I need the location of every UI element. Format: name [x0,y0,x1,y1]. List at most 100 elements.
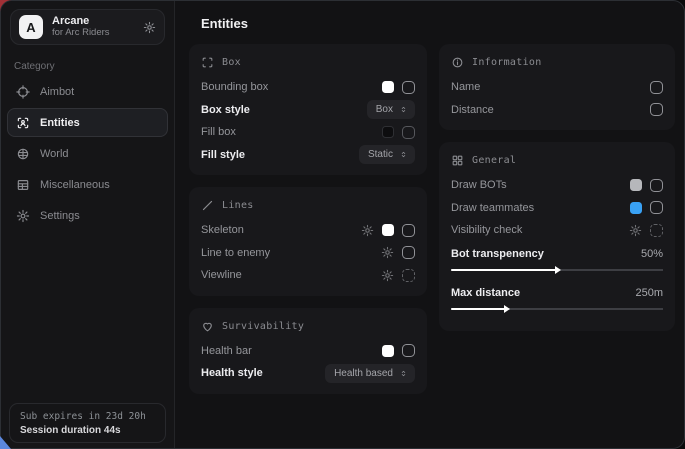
max-distance-slider[interactable] [451,305,663,314]
section-title: Box [222,57,241,68]
subscription-card: Sub expires in 23d 20h Session duration … [9,403,166,443]
grid-icon [451,154,464,167]
color-swatch[interactable] [630,179,642,191]
entities-icon [16,116,30,130]
draw-teammates-checkbox[interactable] [650,201,663,214]
diagonal-line-icon [201,199,214,212]
section-title: Lines [222,200,254,211]
visibility-check-row: Visibility check [451,219,663,242]
distance-row: Distance [451,99,663,122]
sidebar-item-settings[interactable]: Settings [7,201,168,230]
row-label: Bounding box [201,81,268,93]
row-label: Max distance [451,287,520,299]
color-swatch[interactable] [382,81,394,93]
skeleton-checkbox[interactable] [402,224,415,237]
brand-card: A Arcane for Arc Riders [10,9,165,45]
globe-icon [16,147,30,161]
row-label: Skeleton [201,224,244,236]
app-logo: A [19,15,43,39]
information-card: Information Name Distance [439,44,675,130]
box-card: Box Bounding box Box style [189,44,427,175]
chevron-up-down-icon [399,150,408,159]
fill-box-checkbox[interactable] [402,126,415,139]
sidebar-item-miscellaneous[interactable]: Miscellaneous [7,170,168,199]
health-bar-checkbox[interactable] [402,344,415,357]
bounding-box-row: Bounding box [201,76,415,99]
section-title: Survivability [222,321,304,332]
sidebar-item-entities[interactable]: Entities [7,108,168,137]
chevron-up-down-icon [399,369,408,378]
sub-expires-text: Sub expires in 23d 20h [20,411,155,422]
row-label: Distance [451,104,494,116]
visibility-check-checkbox[interactable] [650,224,663,237]
bot-transparency-slider[interactable] [451,266,663,275]
row-label: Bot transpenency [451,248,544,260]
app-tagline: for Arc Riders [52,28,134,39]
section-title: Information [472,57,542,68]
slider-thumb[interactable] [555,266,561,274]
line-to-enemy-checkbox[interactable] [402,246,415,259]
mouse-cursor [0,436,11,449]
bounding-box-checkbox[interactable] [402,81,415,94]
gear-icon[interactable] [381,246,394,259]
draw-teammates-row: Draw teammates [451,197,663,220]
row-label: Line to enemy [201,247,270,259]
slider-value: 250m [635,287,663,299]
category-label: Category [14,61,174,72]
heart-icon [201,320,214,333]
arcane-window: A Arcane for Arc Riders Category Aimbot [0,0,685,449]
sidebar-item-label: Aimbot [40,86,74,98]
color-swatch[interactable] [382,224,394,236]
sidebar-item-aimbot[interactable]: Aimbot [7,77,168,106]
crosshair-icon [16,85,30,99]
health-bar-row: Health bar [201,340,415,363]
draw-bots-row: Draw BOTs [451,174,663,197]
gear-icon[interactable] [143,21,156,34]
distance-checkbox[interactable] [650,103,663,116]
row-label: Health style [201,367,263,379]
row-label: Draw teammates [451,202,534,214]
name-row: Name [451,76,663,99]
row-label: Fill style [201,149,245,161]
sidebar-item-label: Settings [40,210,80,222]
bot-transparency-group: Bot transpenency 50% [451,244,663,275]
box-style-select[interactable]: Box [367,100,415,119]
sidebar-item-label: Entities [40,117,80,129]
viewline-checkbox[interactable] [402,269,415,282]
row-label: Visibility check [451,224,522,236]
health-style-row: Health style Health based [201,362,415,385]
gear-icon[interactable] [629,224,642,237]
color-swatch[interactable] [382,345,394,357]
name-checkbox[interactable] [650,81,663,94]
color-swatch[interactable] [630,202,642,214]
lines-card: Lines Skeleton [189,187,427,296]
box-style-row: Box style Box [201,99,415,122]
sidebar-item-label: Miscellaneous [40,179,110,191]
survivability-card: Survivability Health bar Health style [189,308,427,394]
row-label: Draw BOTs [451,179,507,191]
section-title: General [472,155,516,166]
table-grid-icon [16,178,30,192]
app-name: Arcane [52,15,134,28]
frame-corners-icon [201,56,214,69]
gear-icon[interactable] [361,224,374,237]
slider-value: 50% [641,248,663,260]
row-label: Box style [201,104,250,116]
main-panel: Entities Box Bounding box [175,1,685,448]
slider-thumb[interactable] [504,305,510,313]
health-style-select[interactable]: Health based [325,364,415,383]
line-to-enemy-row: Line to enemy [201,242,415,265]
draw-bots-checkbox[interactable] [650,179,663,192]
gear-icon[interactable] [381,269,394,282]
session-duration-text: Session duration 44s [20,425,155,436]
viewline-row: Viewline [201,264,415,287]
fill-style-select[interactable]: Static [359,145,415,164]
gear-icon [16,209,30,223]
color-swatch[interactable] [382,126,394,138]
row-label: Fill box [201,126,236,138]
chevron-up-down-icon [399,105,408,114]
sidebar-nav: Aimbot Entities World [1,77,174,230]
general-card: General Draw BOTs Draw teammates [439,142,675,331]
sidebar-item-world[interactable]: World [7,139,168,168]
row-label: Viewline [201,269,242,281]
